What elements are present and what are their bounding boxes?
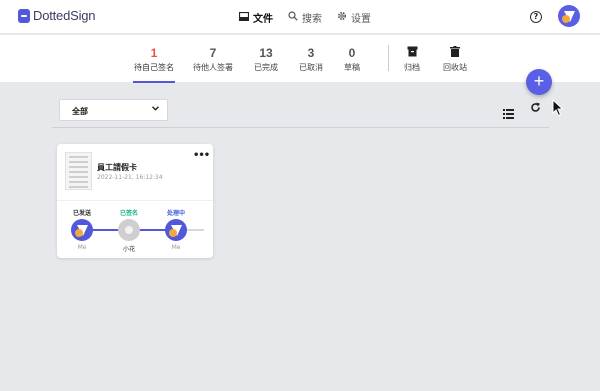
document-title: 員工請假卡 bbox=[97, 163, 137, 172]
nav-search-label: 搜索 bbox=[302, 14, 322, 25]
nav-settings[interactable]: 设置 bbox=[336, 10, 371, 25]
app-logo[interactable]: DottedSign bbox=[18, 8, 96, 23]
signer-avatar bbox=[165, 219, 187, 241]
archive-icon bbox=[399, 46, 425, 60]
more-options-icon[interactable]: ••• bbox=[193, 150, 210, 161]
section-divider bbox=[52, 127, 549, 128]
tab-cancelled[interactable]: 3 已取消 bbox=[295, 46, 327, 73]
document-thumbnail bbox=[65, 152, 92, 190]
tab-label: 待自己签名 bbox=[134, 63, 174, 72]
help-icon[interactable]: ? bbox=[530, 11, 542, 23]
signer-step: 已发送 Me bbox=[62, 208, 102, 251]
chevron-down-icon bbox=[152, 104, 159, 113]
active-tab-indicator bbox=[133, 81, 175, 83]
tab-awaiting-my-signature[interactable]: 1 待自己签名 bbox=[133, 46, 175, 73]
signer-step: 已签名 小花 bbox=[109, 208, 149, 253]
signer-avatar bbox=[118, 219, 140, 241]
tab-label: 草稿 bbox=[344, 63, 360, 72]
list-view-icon[interactable] bbox=[503, 104, 514, 119]
document-card[interactable]: 員工請假卡 2022-11-21, 16:12:34 ••• 已发送 Me 已签… bbox=[57, 144, 213, 258]
status-tabs: 1 待自己签名 7 待他人签署 13 已完成 3 已取消 0 草稿 归档 回收站 bbox=[0, 35, 600, 83]
signer-name: 小花 bbox=[122, 246, 135, 253]
signer-step: 处理中 Me bbox=[156, 208, 196, 251]
add-document-button[interactable]: + bbox=[526, 69, 552, 95]
signer-name: Me bbox=[77, 244, 87, 251]
filter-dropdown[interactable]: 全部 bbox=[59, 99, 168, 121]
tab-count: 7 bbox=[209, 46, 217, 60]
step-status: 已发送 bbox=[72, 210, 91, 217]
document-timestamp: 2022-11-21, 16:12:34 bbox=[97, 174, 163, 181]
signer-name: Me bbox=[171, 244, 181, 251]
tab-completed[interactable]: 13 已完成 bbox=[250, 46, 282, 73]
search-icon bbox=[287, 11, 298, 24]
tab-count: 0 bbox=[348, 46, 356, 60]
trash-icon bbox=[440, 46, 470, 60]
tab-count: 3 bbox=[307, 46, 315, 60]
logo-text: DottedSign bbox=[33, 8, 96, 23]
filter-selected-value: 全部 bbox=[72, 107, 88, 116]
tab-archive[interactable]: 归档 bbox=[399, 46, 425, 73]
nav-documents-label: 文件 bbox=[253, 14, 273, 25]
card-divider bbox=[57, 200, 213, 201]
tab-drafts[interactable]: 0 草稿 bbox=[339, 46, 365, 73]
tab-trash[interactable]: 回收站 bbox=[440, 46, 470, 73]
tab-label: 已完成 bbox=[254, 63, 278, 72]
nav-search[interactable]: 搜索 bbox=[287, 10, 322, 25]
inbox-icon bbox=[238, 11, 249, 24]
tab-count: 1 bbox=[150, 46, 158, 60]
gear-icon bbox=[336, 11, 347, 24]
step-status: 处理中 bbox=[166, 210, 185, 217]
logo-icon bbox=[18, 8, 30, 23]
tab-awaiting-others[interactable]: 7 待他人签署 bbox=[192, 46, 234, 73]
tab-count: 13 bbox=[259, 46, 273, 60]
tab-label: 待他人签署 bbox=[193, 63, 233, 72]
nav-documents[interactable]: 文件 bbox=[238, 10, 273, 25]
refresh-icon[interactable] bbox=[530, 102, 541, 116]
signer-avatar bbox=[71, 219, 93, 241]
tab-divider bbox=[388, 45, 389, 71]
top-navbar: DottedSign 文件 搜索 设置 ? bbox=[0, 0, 600, 34]
tab-label: 归档 bbox=[404, 63, 420, 72]
step-status: 已签名 bbox=[119, 210, 138, 217]
user-avatar[interactable] bbox=[558, 5, 580, 27]
tab-label: 回收站 bbox=[443, 63, 467, 72]
nav-settings-label: 设置 bbox=[351, 14, 371, 25]
mouse-cursor-icon bbox=[552, 98, 564, 117]
tab-label: 已取消 bbox=[299, 63, 323, 72]
main-nav: 文件 搜索 设置 bbox=[238, 10, 371, 25]
